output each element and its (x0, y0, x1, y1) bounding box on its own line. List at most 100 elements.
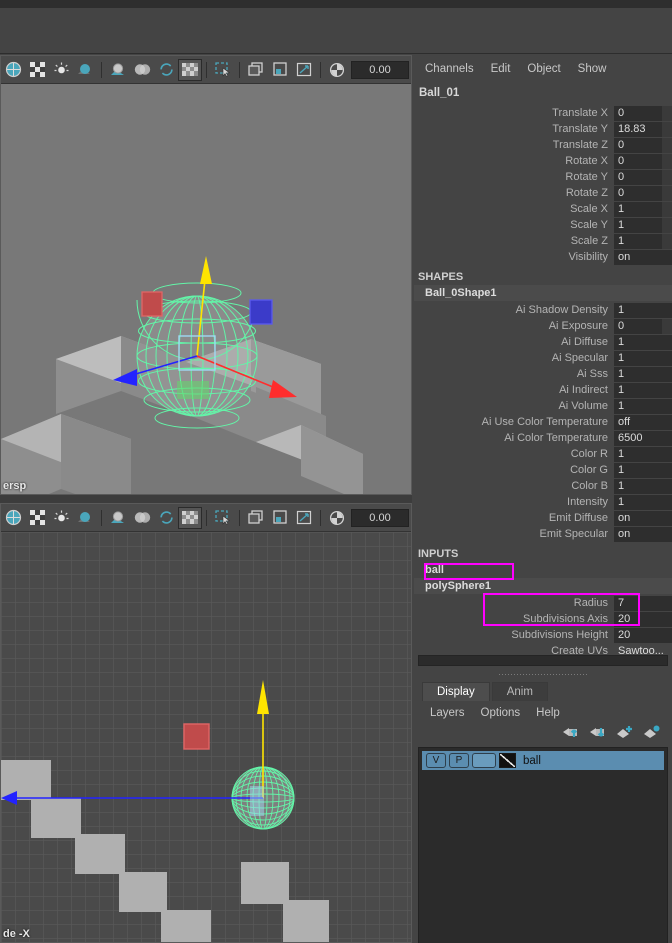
channel-row[interactable]: Emit Specular on (414, 526, 672, 542)
move-layer-up-icon[interactable] (562, 725, 579, 744)
channel-row[interactable]: Color B 1 (414, 478, 672, 494)
channel-row[interactable]: Ai Sss 1 (414, 366, 672, 382)
layer-playback-toggle[interactable]: P (449, 753, 469, 768)
xray-icon[interactable] (130, 506, 154, 530)
layer-color-swatch[interactable] (499, 753, 516, 768)
channel-value[interactable]: 20 (614, 611, 672, 627)
grid-display-icon[interactable] (244, 58, 268, 82)
texture-display-icon[interactable] (178, 506, 202, 529)
side-viewport-toolbar[interactable]: 0.00 1.00 (1, 504, 412, 532)
layer-editor-tabs[interactable]: Display Anim (414, 681, 672, 701)
layer-editor-menubar[interactable]: Layers Options Help (414, 703, 672, 723)
channel-row[interactable]: Ai Shadow Density 1 (414, 302, 672, 318)
channel-row[interactable]: Subdivisions Height 20 (414, 627, 672, 643)
layer-name[interactable]: ball (519, 755, 541, 767)
channel-value[interactable]: 1 (614, 494, 672, 510)
channel-value[interactable]: off (614, 414, 672, 430)
menu-layers[interactable]: Layers (430, 707, 465, 719)
channel-box-hscrollbar[interactable] (418, 655, 668, 666)
layer-list[interactable]: V P ball (418, 747, 668, 943)
channel-row[interactable]: Subdivisions Axis 20 (414, 611, 672, 627)
exposure-value-field[interactable]: 0.00 (351, 508, 409, 527)
lights-icon[interactable] (49, 506, 73, 530)
channel-value[interactable]: 1 (614, 233, 672, 249)
menu-object[interactable]: Object (527, 63, 560, 75)
gamma-icon[interactable] (411, 58, 412, 82)
channel-row[interactable]: Translate X 0 (414, 105, 672, 121)
channel-row[interactable]: Emit Diffuse on (414, 510, 672, 526)
persp-viewport-toolbar[interactable]: 0.00 1.00 (1, 56, 412, 84)
side-viewport-canvas[interactable] (1, 532, 412, 943)
checker-texture-icon[interactable] (25, 58, 49, 82)
channel-row[interactable]: Translate Y 18.83 (414, 121, 672, 137)
new-layer-icon[interactable] (616, 725, 633, 744)
channel-value[interactable]: 0 (614, 169, 672, 185)
layer-visibility-toggle[interactable]: V (426, 753, 446, 768)
film-gate-icon[interactable] (268, 58, 292, 82)
menu-options[interactable]: Options (481, 707, 521, 719)
lights-icon[interactable] (49, 58, 73, 82)
channel-value[interactable]: 0 (614, 153, 672, 169)
panel-drag-handle[interactable] (414, 671, 672, 677)
channel-row[interactable]: Rotate Y 0 (414, 169, 672, 185)
channel-row[interactable]: Rotate Z 0 (414, 185, 672, 201)
channel-value[interactable]: 1 (614, 382, 672, 398)
channel-row[interactable]: Ai Indirect 1 (414, 382, 672, 398)
menu-show[interactable]: Show (578, 63, 607, 75)
shaded-sphere-icon[interactable] (73, 58, 97, 82)
exposure-icon[interactable] (325, 506, 349, 530)
input-node-name[interactable]: polySphere1 (414, 578, 672, 594)
wireframe-on-shaded-icon[interactable] (106, 506, 130, 530)
channel-row[interactable]: Scale Z 1 (414, 233, 672, 249)
channel-row[interactable]: Ai Color Temperature 6500 (414, 430, 672, 446)
channel-value[interactable]: on (614, 526, 672, 542)
exposure-value-field[interactable]: 0.00 (351, 60, 409, 79)
grid-display-icon[interactable] (244, 506, 268, 530)
channel-row[interactable]: Color R 1 (414, 446, 672, 462)
channel-value[interactable]: 1 (614, 201, 672, 217)
channel-row[interactable]: Scale X 1 (414, 201, 672, 217)
channel-value[interactable]: 0 (614, 318, 672, 334)
channel-row[interactable]: Translate Z 0 (414, 137, 672, 153)
input-node-parent[interactable]: ball (414, 562, 672, 578)
marquee-select-icon[interactable] (211, 58, 235, 82)
select-camera-icon[interactable] (1, 506, 25, 530)
channel-value[interactable]: 20 (614, 627, 672, 643)
tab-anim[interactable]: Anim (491, 682, 548, 701)
channel-value[interactable]: 1 (614, 334, 672, 350)
channel-value[interactable]: 1 (614, 302, 672, 318)
xray-joints-icon[interactable] (154, 506, 178, 530)
channel-value[interactable]: 0 (614, 185, 672, 201)
film-gate-icon[interactable] (268, 506, 292, 530)
menu-channels[interactable]: Channels (425, 63, 474, 75)
layer-editor-toolbar[interactable] (414, 723, 672, 745)
channel-value[interactable]: 1 (614, 350, 672, 366)
xray-joints-icon[interactable] (154, 58, 178, 82)
channel-value[interactable]: 0 (614, 105, 672, 121)
move-layer-down-icon[interactable] (589, 725, 606, 744)
channel-box-menubar[interactable]: Channels Edit Object Show (414, 55, 672, 83)
wireframe-on-shaded-icon[interactable] (106, 58, 130, 82)
channel-value[interactable]: 18.83 (614, 121, 672, 137)
layer-display-type-toggle[interactable] (472, 753, 496, 768)
channel-value[interactable]: 0 (614, 137, 672, 153)
texture-display-icon[interactable] (178, 58, 202, 81)
channel-row[interactable]: Color G 1 (414, 462, 672, 478)
channel-value[interactable]: on (614, 510, 672, 526)
channel-row[interactable]: Ai Use Color Temperature off (414, 414, 672, 430)
resolution-gate-icon[interactable] (292, 58, 316, 82)
menu-edit[interactable]: Edit (491, 63, 511, 75)
channel-value[interactable]: 1 (614, 446, 672, 462)
layer-row[interactable]: V P ball (422, 751, 664, 770)
channel-value[interactable]: 1 (614, 478, 672, 494)
channel-row[interactable]: Visibility on (414, 249, 672, 265)
tab-display[interactable]: Display (422, 682, 490, 701)
new-layer-from-selected-icon[interactable] (643, 725, 660, 744)
channel-row[interactable]: Ai Specular 1 (414, 350, 672, 366)
channel-value[interactable]: 6500 (614, 430, 672, 446)
channel-value[interactable]: 1 (614, 398, 672, 414)
checker-texture-icon[interactable] (25, 506, 49, 530)
gamma-icon[interactable] (411, 506, 412, 530)
menu-help[interactable]: Help (536, 707, 560, 719)
select-camera-icon[interactable] (1, 58, 25, 82)
